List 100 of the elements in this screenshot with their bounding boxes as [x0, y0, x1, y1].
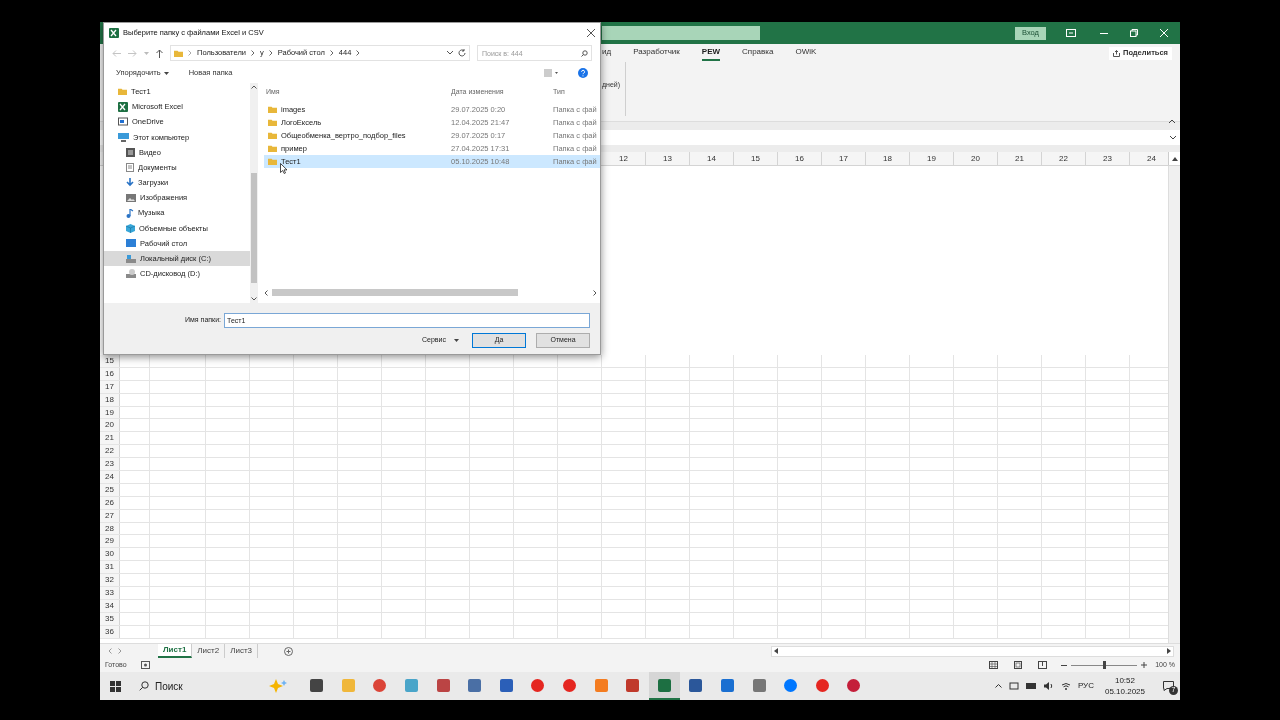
document-icon — [126, 163, 134, 173]
collapse-ribbon-icon[interactable] — [1169, 119, 1175, 123]
refresh-icon[interactable] — [458, 49, 466, 57]
row-header[interactable]: 17 — [100, 380, 120, 393]
page-break-icon[interactable] — [1038, 661, 1048, 669]
column-header[interactable]: 17 — [822, 152, 866, 165]
search-icon — [139, 681, 149, 691]
expand-caret-icon[interactable] — [1170, 135, 1176, 140]
taskbar-button[interactable] — [648, 672, 681, 700]
app-icon — [594, 678, 608, 692]
page-layout-icon[interactable] — [1014, 661, 1023, 669]
ribbon-tab[interactable]: PEW — [701, 45, 721, 61]
app-icon — [752, 678, 766, 692]
column-header[interactable]: 19 — [910, 152, 954, 165]
wifi-icon[interactable] — [1060, 682, 1071, 690]
row-header[interactable]: 24 — [100, 471, 120, 483]
column-header[interactable]: 13 — [646, 152, 690, 165]
vertical-scrollbar[interactable] — [1168, 166, 1180, 643]
scroll-left-icon[interactable] — [774, 648, 779, 654]
row-header[interactable]: 29 — [100, 535, 120, 548]
chevron-right-icon — [268, 50, 273, 56]
row-header[interactable]: 21 — [100, 432, 120, 445]
minimize-icon[interactable] — [1100, 32, 1108, 34]
ribbon-tab[interactable]: ид — [602, 45, 612, 61]
macro-record-icon[interactable] — [140, 661, 150, 669]
help-icon[interactable] — [578, 68, 588, 78]
close-icon[interactable] — [587, 29, 595, 37]
row-header[interactable]: 28 — [100, 522, 120, 535]
scroll-right-icon[interactable] — [1167, 648, 1171, 654]
ribbon-tab[interactable]: Справка — [742, 45, 774, 61]
column-header[interactable]: 20 — [954, 152, 998, 165]
row-header[interactable]: 35 — [100, 612, 120, 625]
scrollbar-thumb[interactable] — [251, 173, 257, 283]
battery-icon[interactable] — [1025, 683, 1037, 689]
row-header[interactable]: 31 — [100, 561, 120, 574]
zoom-in-icon[interactable] — [1141, 662, 1148, 668]
clock[interactable]: 10:52 05.10.2025 — [1104, 675, 1145, 697]
row-header[interactable]: 18 — [100, 393, 120, 406]
taskbar-search[interactable]: Поиск — [133, 672, 293, 700]
app-icon — [405, 678, 419, 692]
scrollbar-thumb[interactable] — [272, 289, 518, 296]
row-header[interactable]: 27 — [100, 509, 120, 522]
message-icon — [1162, 681, 1174, 691]
row-header[interactable]: 20 — [100, 419, 120, 432]
start-icon[interactable] — [110, 680, 121, 692]
ribbon-display-icon[interactable] — [1066, 29, 1076, 37]
row-header[interactable]: 33 — [100, 587, 120, 599]
ribbon-tab[interactable]: OWiK — [795, 45, 817, 61]
row-header[interactable]: 16 — [100, 367, 120, 380]
spreadsheet-icon — [109, 28, 119, 38]
chevron-right-icon — [356, 50, 361, 56]
row-header[interactable]: 25 — [100, 483, 120, 496]
up-arrow-icon[interactable] — [156, 48, 163, 58]
chevron-right-icon — [188, 50, 192, 56]
previous-sheet-icon[interactable] — [108, 648, 112, 654]
scroll-down-icon[interactable] — [251, 297, 257, 301]
view-options-icon[interactable] — [544, 69, 558, 77]
column-header[interactable]: 12 — [602, 152, 646, 165]
chevron-right-icon — [329, 50, 334, 56]
round-app-icon — [847, 678, 861, 692]
row-header[interactable]: 22 — [100, 445, 120, 458]
add-sheet-icon[interactable] — [284, 646, 294, 656]
restore-icon[interactable] — [1130, 29, 1138, 37]
scroll-up-icon[interactable] — [1171, 156, 1178, 161]
row-header[interactable]: 34 — [100, 599, 120, 612]
chevron-right-icon — [250, 50, 255, 56]
chevron-up-icon[interactable] — [994, 684, 1002, 688]
app-icon — [436, 678, 450, 692]
column-header[interactable]: 16 — [778, 152, 822, 165]
column-header[interactable]: 18 — [866, 152, 910, 165]
column-header[interactable]: 14 — [690, 152, 734, 165]
scroll-left-icon[interactable] — [264, 289, 268, 296]
dropdown-caret-icon[interactable] — [447, 51, 453, 55]
sheet-tab[interactable]: Лист1 — [158, 644, 193, 658]
vertical-scrollbar[interactable] — [250, 83, 258, 303]
column-header[interactable]: 22 — [1042, 152, 1086, 165]
normal-view-icon[interactable] — [989, 661, 999, 669]
row-header[interactable]: 19 — [100, 406, 120, 419]
column-header[interactable]: 23 — [1086, 152, 1130, 165]
column-header[interactable]: 21 — [998, 152, 1042, 165]
horizontal-scrollbar[interactable] — [771, 645, 1174, 657]
volume-icon[interactable] — [1043, 682, 1054, 690]
next-sheet-icon[interactable] — [118, 648, 122, 654]
row-header[interactable]: 30 — [100, 548, 120, 561]
app-icon — [657, 678, 671, 692]
sparkle-icon — [267, 679, 287, 693]
row-header[interactable]: 15 — [100, 355, 120, 367]
row-header[interactable]: 36 — [100, 625, 120, 638]
row-header[interactable]: 32 — [100, 574, 120, 587]
network-icon[interactable] — [1008, 682, 1019, 690]
language-indicator[interactable]: РУС — [1077, 680, 1094, 692]
scroll-up-icon[interactable] — [251, 85, 257, 89]
scroll-right-icon[interactable] — [593, 289, 597, 296]
ribbon-tab[interactable]: Разработчик — [633, 45, 680, 61]
row-header[interactable]: 23 — [100, 458, 120, 470]
caret-down-icon — [454, 339, 459, 342]
column-header[interactable]: 15 — [734, 152, 778, 165]
row-header[interactable]: 26 — [100, 496, 120, 509]
share-icon — [1113, 49, 1120, 57]
slider-thumb[interactable] — [1102, 661, 1106, 669]
